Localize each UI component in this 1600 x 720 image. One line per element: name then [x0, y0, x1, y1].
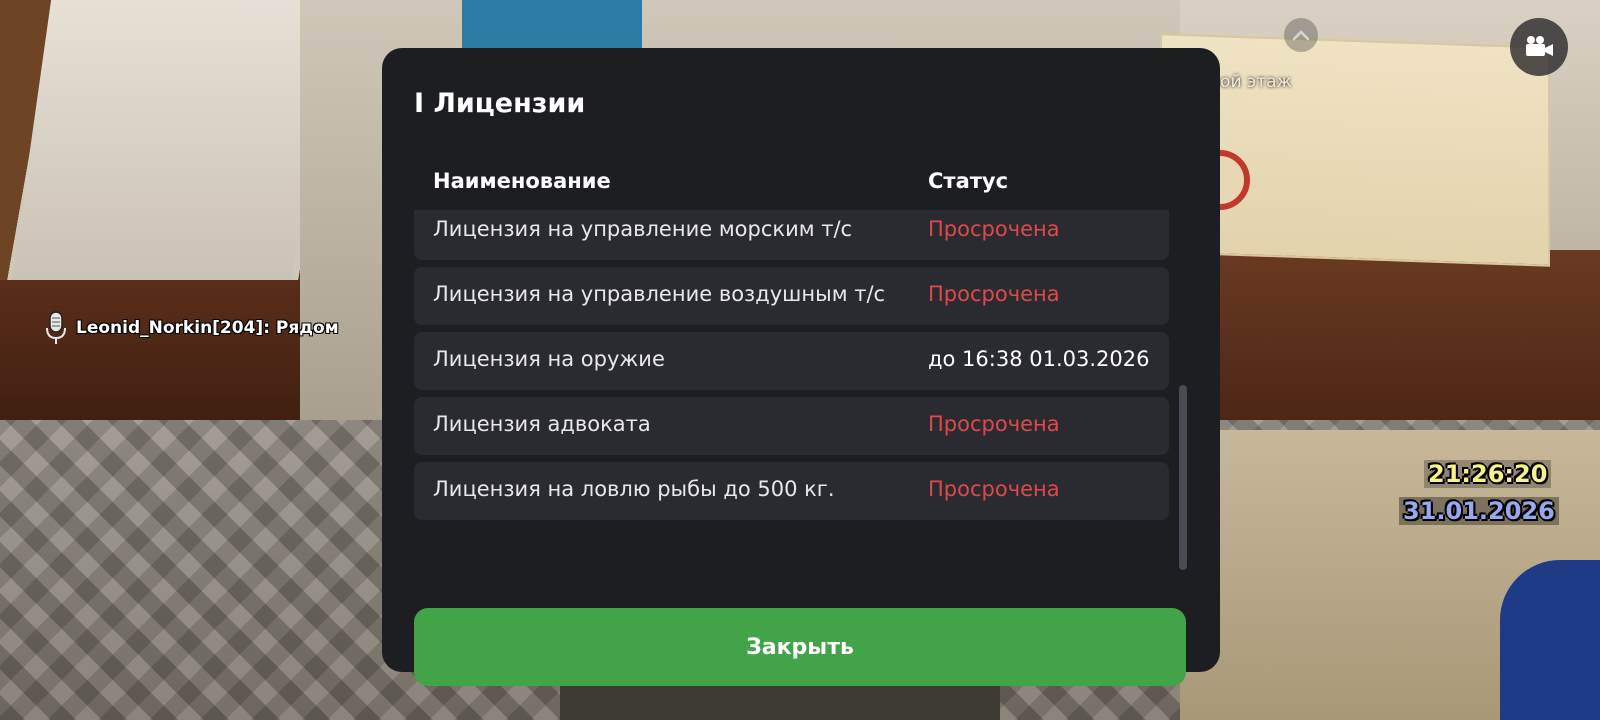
license-name: Лицензия на управление воздушным т/с — [433, 282, 886, 306]
microphone-icon — [46, 311, 66, 344]
close-button[interactable]: Закрыть — [414, 608, 1186, 686]
video-camera-icon — [1526, 36, 1553, 56]
covid-poster — [462, 0, 642, 52]
license-status: Просрочена — [928, 412, 1060, 436]
licenses-modal: I Лицензии Наименование Статус Лицензия … — [382, 48, 1220, 686]
game-date: 31.01.2026 — [1399, 497, 1559, 525]
camera-button[interactable] — [1510, 18, 1568, 76]
column-header-status: Статус — [928, 169, 1009, 193]
chat-line: Leonid_Norkin[204]: Рядом — [44, 310, 339, 346]
game-clock: 21:26:20 — [1424, 460, 1552, 488]
licenses-list[interactable]: Лицензия на управление морским т/с Проср… — [414, 210, 1169, 570]
scroll-up-button[interactable] — [1284, 18, 1318, 52]
license-row[interactable]: Лицензия на управление воздушным т/с Про… — [414, 267, 1169, 325]
license-status: Просрочена — [928, 282, 1060, 306]
license-name: Лицензия адвоката — [433, 412, 651, 436]
license-name: Лицензия на оружие — [433, 347, 665, 371]
license-row[interactable]: Лицензия адвоката Просрочена — [414, 397, 1169, 455]
license-status: Просрочена — [928, 477, 1060, 501]
column-header-name: Наименование — [433, 169, 611, 193]
license-row[interactable]: Лицензия на управление морским т/с Проср… — [414, 210, 1169, 260]
chat-message: Leonid_Norkin[204]: Рядом — [76, 318, 339, 338]
license-row[interactable]: Лицензия на оружие до 16:38 01.03.2026 — [414, 332, 1169, 390]
character-arm — [1500, 560, 1600, 720]
license-status: до 16:38 01.03.2026 — [928, 347, 1150, 371]
license-name: Лицензия на ловлю рыбы до 500 кг. — [433, 477, 835, 501]
wall-panel — [8, 0, 332, 300]
license-status: Просрочена — [928, 217, 1060, 241]
license-name: Лицензия на управление морским т/с — [433, 217, 853, 241]
list-scrollbar[interactable] — [1179, 248, 1187, 570]
scrollbar-thumb[interactable] — [1179, 385, 1187, 570]
chevron-up-icon — [1292, 30, 1310, 41]
license-row[interactable]: Лицензия на ловлю рыбы до 500 кг. Просро… — [414, 462, 1169, 520]
modal-title: I Лицензии — [414, 88, 586, 119]
wall-wood-paneling-right — [1180, 250, 1600, 440]
